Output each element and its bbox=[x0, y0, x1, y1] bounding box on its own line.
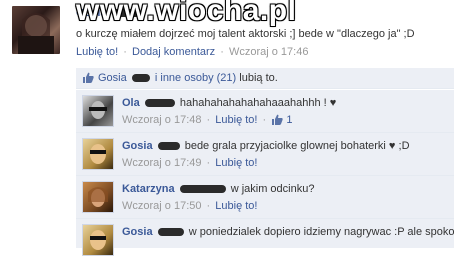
likes-first-user[interactable]: Gosia bbox=[98, 72, 127, 84]
post-text: o kurczę miałem dojrzeć moj talent aktor… bbox=[76, 28, 415, 40]
commenter-avatar[interactable] bbox=[82, 138, 114, 170]
comment-like-link[interactable]: Lubię to! bbox=[215, 200, 257, 212]
comment-text: bede grala przyjaciolke glownej bohaterk… bbox=[184, 140, 410, 152]
avatar-image-icon bbox=[90, 144, 106, 164]
redaction-scribble bbox=[179, 185, 226, 194]
likes-others-link[interactable]: i inne osoby (21) bbox=[155, 72, 236, 84]
comment-author[interactable]: Ola bbox=[122, 97, 140, 109]
thumbs-up-icon bbox=[82, 72, 94, 84]
comment-like-link[interactable]: Lubię to! bbox=[215, 157, 257, 169]
likes-suffix: lubią to. bbox=[239, 72, 278, 84]
avatar-image-icon bbox=[89, 101, 107, 119]
thumbs-up-icon bbox=[271, 114, 283, 126]
comment-text: w poniedzialek dopiero idziemy nagrywac … bbox=[188, 226, 454, 238]
comment-author[interactable]: Gosia bbox=[122, 226, 153, 238]
post-actions: Lubię to! · Dodaj komentarz · Wczoraj o … bbox=[76, 46, 309, 58]
commenter-avatar[interactable] bbox=[82, 95, 114, 127]
comment-item: Ola hahahahahahahahaaahahhh ! ♥ Wczoraj … bbox=[76, 90, 454, 133]
comment-item: Gosia bede grala przyjaciolke glownej bo… bbox=[76, 133, 454, 176]
site-watermark: www.wiocha.pl bbox=[76, 0, 297, 27]
redaction-scribble bbox=[157, 228, 184, 237]
post-timestamp[interactable]: Wczoraj o 17:46 bbox=[229, 46, 308, 58]
avatar-image-icon bbox=[88, 187, 108, 207]
comment-like-count[interactable]: 1 bbox=[286, 114, 292, 126]
comment-text: hahahahahahahahaaahahhh ! ♥ bbox=[179, 97, 337, 109]
post-add-comment-link[interactable]: Dodaj komentarz bbox=[132, 46, 215, 58]
comment-like-link[interactable]: Lubię to! bbox=[215, 114, 257, 126]
comment-timestamp[interactable]: Wczoraj o 17:48 bbox=[122, 114, 201, 126]
comment-item: Gosia w poniedzialek dopiero idziemy nag… bbox=[76, 219, 454, 256]
comment-text: w jakim odcinku? bbox=[230, 183, 315, 195]
likes-summary: Gosia i inne osoby (21) lubią to. bbox=[76, 68, 454, 89]
post-like-link[interactable]: Lubię to! bbox=[76, 46, 118, 58]
comment-author[interactable]: Katarzyna bbox=[122, 183, 175, 195]
post-author-avatar[interactable] bbox=[12, 6, 60, 54]
commenter-avatar[interactable] bbox=[82, 224, 114, 256]
comment-timestamp[interactable]: Wczoraj o 17:50 bbox=[122, 200, 201, 212]
comment-item: Katarzyna w jakim odcinku? Wczoraj o 17:… bbox=[76, 176, 454, 219]
redaction-scribble bbox=[144, 99, 175, 108]
redaction-scribble bbox=[157, 142, 180, 151]
comment-author[interactable]: Gosia bbox=[122, 140, 153, 152]
avatar-image-icon bbox=[90, 230, 106, 250]
comment-timestamp[interactable]: Wczoraj o 17:49 bbox=[122, 157, 201, 169]
commenter-avatar[interactable] bbox=[82, 181, 114, 213]
redaction-scribble bbox=[131, 74, 150, 83]
avatar-image-icon bbox=[18, 13, 54, 54]
